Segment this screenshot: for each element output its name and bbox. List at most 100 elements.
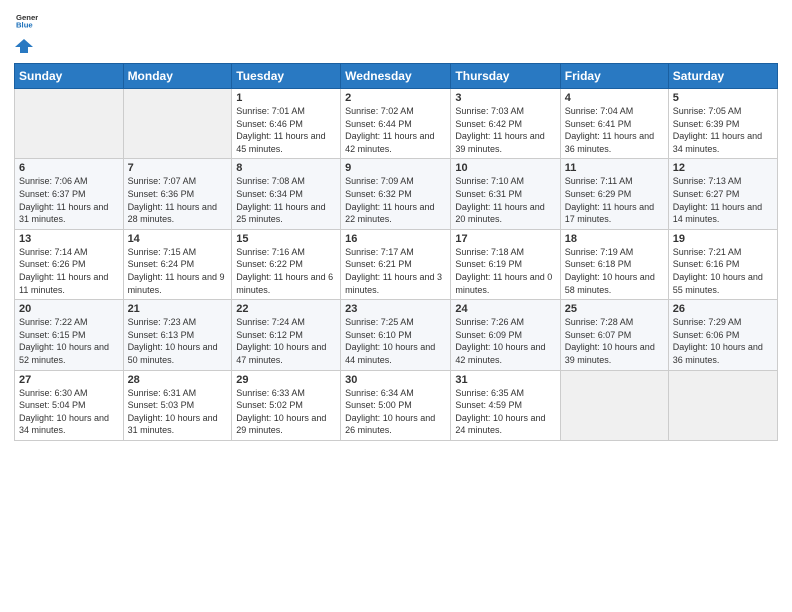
calendar-cell: 24Sunrise: 7:26 AMSunset: 6:09 PMDayligh… [451, 300, 560, 370]
day-number: 11 [565, 162, 664, 174]
calendar-cell: 15Sunrise: 7:16 AMSunset: 6:22 PMDayligh… [232, 229, 341, 299]
calendar-cell: 14Sunrise: 7:15 AMSunset: 6:24 PMDayligh… [123, 229, 232, 299]
logo-bird-icon [15, 37, 33, 55]
day-number: 10 [455, 162, 555, 174]
day-number: 23 [345, 303, 446, 315]
svg-text:Blue: Blue [16, 21, 33, 30]
day-info: Sunrise: 7:24 AMSunset: 6:12 PMDaylight:… [236, 316, 336, 366]
calendar-cell: 13Sunrise: 7:14 AMSunset: 6:26 PMDayligh… [15, 229, 124, 299]
day-info: Sunrise: 7:23 AMSunset: 6:13 PMDaylight:… [128, 316, 228, 366]
day-number: 25 [565, 303, 664, 315]
day-info: Sunrise: 7:05 AMSunset: 6:39 PMDaylight:… [673, 105, 773, 155]
weekday-header-sunday: Sunday [15, 64, 124, 89]
day-number: 6 [19, 162, 119, 174]
day-number: 14 [128, 233, 228, 245]
calendar-cell: 16Sunrise: 7:17 AMSunset: 6:21 PMDayligh… [341, 229, 451, 299]
day-info: Sunrise: 7:10 AMSunset: 6:31 PMDaylight:… [455, 175, 555, 225]
calendar-cell: 1Sunrise: 7:01 AMSunset: 6:46 PMDaylight… [232, 89, 341, 159]
day-number: 4 [565, 92, 664, 104]
calendar-cell: 30Sunrise: 6:34 AMSunset: 5:00 PMDayligh… [341, 370, 451, 440]
calendar-cell: 11Sunrise: 7:11 AMSunset: 6:29 PMDayligh… [560, 159, 668, 229]
day-info: Sunrise: 7:13 AMSunset: 6:27 PMDaylight:… [673, 175, 773, 225]
day-info: Sunrise: 7:06 AMSunset: 6:37 PMDaylight:… [19, 175, 119, 225]
day-number: 19 [673, 233, 773, 245]
day-info: Sunrise: 6:34 AMSunset: 5:00 PMDaylight:… [345, 387, 446, 437]
day-number: 15 [236, 233, 336, 245]
day-number: 24 [455, 303, 555, 315]
day-info: Sunrise: 7:11 AMSunset: 6:29 PMDaylight:… [565, 175, 664, 225]
day-info: Sunrise: 7:19 AMSunset: 6:18 PMDaylight:… [565, 246, 664, 296]
day-number: 16 [345, 233, 446, 245]
calendar-cell: 23Sunrise: 7:25 AMSunset: 6:10 PMDayligh… [341, 300, 451, 370]
calendar-cell: 18Sunrise: 7:19 AMSunset: 6:18 PMDayligh… [560, 229, 668, 299]
weekday-header-tuesday: Tuesday [232, 64, 341, 89]
calendar-cell: 2Sunrise: 7:02 AMSunset: 6:44 PMDaylight… [341, 89, 451, 159]
day-number: 3 [455, 92, 555, 104]
day-info: Sunrise: 6:31 AMSunset: 5:03 PMDaylight:… [128, 387, 228, 437]
day-number: 1 [236, 92, 336, 104]
calendar-cell: 20Sunrise: 7:22 AMSunset: 6:15 PMDayligh… [15, 300, 124, 370]
calendar-cell: 17Sunrise: 7:18 AMSunset: 6:19 PMDayligh… [451, 229, 560, 299]
day-number: 8 [236, 162, 336, 174]
day-number: 22 [236, 303, 336, 315]
calendar-cell: 8Sunrise: 7:08 AMSunset: 6:34 PMDaylight… [232, 159, 341, 229]
day-number: 5 [673, 92, 773, 104]
day-info: Sunrise: 7:18 AMSunset: 6:19 PMDaylight:… [455, 246, 555, 296]
calendar-cell: 27Sunrise: 6:30 AMSunset: 5:04 PMDayligh… [15, 370, 124, 440]
day-number: 30 [345, 374, 446, 386]
day-number: 17 [455, 233, 555, 245]
logo-area: General Blue [14, 10, 38, 55]
day-number: 13 [19, 233, 119, 245]
logo-icon: General Blue [16, 10, 38, 32]
day-number: 9 [345, 162, 446, 174]
calendar-week-row: 13Sunrise: 7:14 AMSunset: 6:26 PMDayligh… [15, 229, 778, 299]
day-info: Sunrise: 6:30 AMSunset: 5:04 PMDaylight:… [19, 387, 119, 437]
day-info: Sunrise: 7:17 AMSunset: 6:21 PMDaylight:… [345, 246, 446, 296]
day-info: Sunrise: 7:21 AMSunset: 6:16 PMDaylight:… [673, 246, 773, 296]
day-info: Sunrise: 7:08 AMSunset: 6:34 PMDaylight:… [236, 175, 336, 225]
day-number: 29 [236, 374, 336, 386]
day-info: Sunrise: 6:33 AMSunset: 5:02 PMDaylight:… [236, 387, 336, 437]
day-number: 20 [19, 303, 119, 315]
day-number: 26 [673, 303, 773, 315]
day-info: Sunrise: 7:26 AMSunset: 6:09 PMDaylight:… [455, 316, 555, 366]
calendar-cell: 19Sunrise: 7:21 AMSunset: 6:16 PMDayligh… [668, 229, 777, 299]
day-info: Sunrise: 7:03 AMSunset: 6:42 PMDaylight:… [455, 105, 555, 155]
day-number: 7 [128, 162, 228, 174]
weekday-header-row: SundayMondayTuesdayWednesdayThursdayFrid… [15, 64, 778, 89]
day-number: 28 [128, 374, 228, 386]
calendar-cell: 7Sunrise: 7:07 AMSunset: 6:36 PMDaylight… [123, 159, 232, 229]
calendar-table: SundayMondayTuesdayWednesdayThursdayFrid… [14, 63, 778, 441]
day-info: Sunrise: 7:07 AMSunset: 6:36 PMDaylight:… [128, 175, 228, 225]
logo: General Blue [14, 10, 38, 55]
calendar-cell: 5Sunrise: 7:05 AMSunset: 6:39 PMDaylight… [668, 89, 777, 159]
day-info: Sunrise: 7:14 AMSunset: 6:26 PMDaylight:… [19, 246, 119, 296]
day-info: Sunrise: 7:29 AMSunset: 6:06 PMDaylight:… [673, 316, 773, 366]
day-info: Sunrise: 7:04 AMSunset: 6:41 PMDaylight:… [565, 105, 664, 155]
calendar-cell: 22Sunrise: 7:24 AMSunset: 6:12 PMDayligh… [232, 300, 341, 370]
calendar-cell: 12Sunrise: 7:13 AMSunset: 6:27 PMDayligh… [668, 159, 777, 229]
day-info: Sunrise: 6:35 AMSunset: 4:59 PMDaylight:… [455, 387, 555, 437]
day-number: 12 [673, 162, 773, 174]
weekday-header-wednesday: Wednesday [341, 64, 451, 89]
calendar-cell: 21Sunrise: 7:23 AMSunset: 6:13 PMDayligh… [123, 300, 232, 370]
calendar-cell [560, 370, 668, 440]
calendar-cell [15, 89, 124, 159]
day-number: 27 [19, 374, 119, 386]
calendar-cell: 10Sunrise: 7:10 AMSunset: 6:31 PMDayligh… [451, 159, 560, 229]
calendar-cell: 3Sunrise: 7:03 AMSunset: 6:42 PMDaylight… [451, 89, 560, 159]
calendar-cell: 9Sunrise: 7:09 AMSunset: 6:32 PMDaylight… [341, 159, 451, 229]
day-number: 18 [565, 233, 664, 245]
calendar-week-row: 6Sunrise: 7:06 AMSunset: 6:37 PMDaylight… [15, 159, 778, 229]
day-info: Sunrise: 7:15 AMSunset: 6:24 PMDaylight:… [128, 246, 228, 296]
calendar-cell: 26Sunrise: 7:29 AMSunset: 6:06 PMDayligh… [668, 300, 777, 370]
weekday-header-monday: Monday [123, 64, 232, 89]
day-info: Sunrise: 7:09 AMSunset: 6:32 PMDaylight:… [345, 175, 446, 225]
calendar-week-row: 20Sunrise: 7:22 AMSunset: 6:15 PMDayligh… [15, 300, 778, 370]
day-number: 21 [128, 303, 228, 315]
calendar-cell: 29Sunrise: 6:33 AMSunset: 5:02 PMDayligh… [232, 370, 341, 440]
weekday-header-friday: Friday [560, 64, 668, 89]
calendar-week-row: 1Sunrise: 7:01 AMSunset: 6:46 PMDaylight… [15, 89, 778, 159]
calendar-cell [668, 370, 777, 440]
calendar-cell [123, 89, 232, 159]
